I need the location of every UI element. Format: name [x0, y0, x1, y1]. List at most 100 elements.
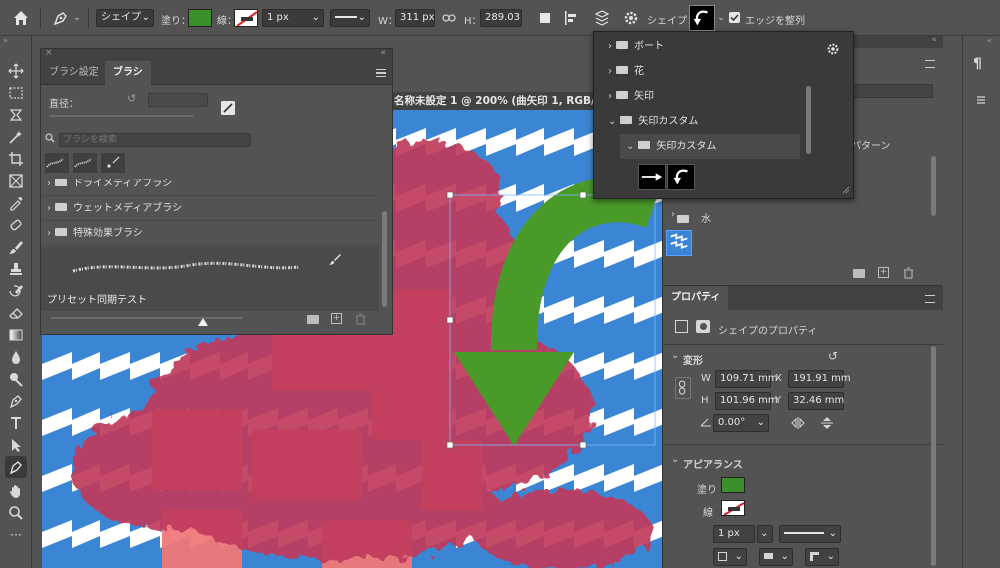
collapse-icon[interactable]: » — [3, 36, 8, 45]
frame-tool-icon[interactable] — [5, 170, 27, 192]
pen-tool-icon[interactable] — [5, 390, 27, 412]
shape-thumb[interactable] — [666, 230, 692, 256]
shape-list-scrollbar[interactable] — [806, 86, 811, 154]
recent-brush-thumb[interactable] — [45, 153, 69, 173]
slider-thumb[interactable] — [198, 318, 208, 326]
shapes-scrollbar[interactable] — [931, 156, 936, 216]
chevron-down-icon[interactable]: ⌄ — [671, 454, 679, 465]
shape-mode-select[interactable]: シェイプ ⌄ — [96, 9, 154, 27]
stroke-unit-select[interactable]: ⌄ — [757, 525, 773, 543]
list-item[interactable]: › ボート — [602, 34, 808, 59]
gear-icon[interactable] — [826, 42, 840, 56]
link-icon[interactable] — [442, 12, 456, 24]
tab-properties[interactable]: プロパティ — [663, 286, 729, 310]
eyedropper-tool-icon[interactable] — [5, 192, 27, 214]
hand-tool-icon[interactable] — [5, 480, 27, 502]
list-item[interactable]: › 花 — [602, 59, 808, 84]
brush-tool-icon[interactable] — [5, 236, 27, 258]
crop-tool-icon[interactable] — [5, 148, 27, 170]
zoom-tool-icon[interactable] — [5, 502, 27, 524]
shape-preview-button[interactable] — [689, 5, 715, 31]
shape-thumb-curved-arrow[interactable] — [667, 164, 695, 190]
blur-tool-icon[interactable] — [5, 346, 27, 368]
adjustment-icon[interactable] — [975, 94, 987, 106]
new-group-icon[interactable] — [307, 315, 319, 324]
height-input[interactable]: 289.03 — [480, 9, 522, 27]
flip-horizontal-icon[interactable] — [791, 417, 805, 429]
path-arrangement-icon[interactable] — [593, 9, 611, 27]
history-brush-tool-icon[interactable] — [5, 280, 27, 302]
home-icon[interactable] — [12, 9, 30, 27]
stroke-corner-select[interactable]: ⌄ — [805, 548, 839, 566]
panel-menu-icon[interactable] — [925, 60, 935, 68]
chevron-down-icon[interactable]: ⌄ — [716, 13, 726, 23]
paragraph-icon[interactable]: ¶ — [973, 56, 982, 72]
list-item[interactable]: ⌄ 矢印カスタム — [620, 134, 800, 159]
reset-transform-icon[interactable]: ↺ — [828, 349, 838, 363]
fill-color-swatch[interactable] — [721, 477, 745, 493]
move-tool-icon[interactable] — [5, 60, 27, 82]
custom-shape-tool-icon[interactable] — [5, 456, 27, 478]
panel-title-bar[interactable]: × « — [41, 48, 392, 61]
mask-icon[interactable] — [696, 320, 710, 333]
path-operations-icon[interactable] — [537, 10, 553, 26]
chevron-down-icon[interactable]: ⌄ — [671, 350, 679, 361]
list-item[interactable]: › ウェットメディアブラシ — [41, 196, 379, 221]
width-input[interactable]: 311 px — [395, 9, 435, 27]
stroke-align-select[interactable]: ⌄ — [713, 548, 747, 566]
angle-field[interactable]: 0.00° ⌄ — [713, 414, 769, 432]
eraser-tool-icon[interactable] — [5, 302, 27, 324]
preview-size-slider[interactable] — [51, 317, 243, 319]
stroke-width-field[interactable]: 1 px — [713, 525, 755, 543]
stroke-type-select[interactable]: ⌄ — [779, 525, 841, 543]
path-selection-tool-icon[interactable] — [5, 434, 27, 456]
align-edges-checkbox[interactable] — [729, 12, 740, 23]
tab-brush-settings[interactable]: ブラシ設定 — [41, 61, 107, 85]
height-field[interactable]: 101.96 mm — [715, 392, 778, 410]
recent-brush-thumb[interactable] — [101, 153, 125, 173]
fill-color-swatch[interactable] — [188, 9, 212, 27]
lasso-tool-icon[interactable] — [5, 104, 27, 126]
type-tool-icon[interactable] — [5, 412, 27, 434]
pen-tool-icon[interactable] — [52, 9, 70, 27]
list-item[interactable]: › 特殊効果ブラシ — [41, 221, 379, 246]
chevron-down-icon[interactable]: ⌄ — [72, 13, 82, 23]
panel-menu-icon[interactable] — [376, 69, 386, 77]
gradient-tool-icon[interactable] — [5, 324, 27, 346]
list-item[interactable]: › 矢印 — [602, 84, 808, 109]
stroke-color-swatch[interactable] — [721, 500, 745, 516]
brush-list-scrollbar[interactable] — [382, 211, 387, 307]
list-item[interactable]: ⌄ 矢印カスタム — [602, 109, 808, 134]
dodge-tool-icon[interactable] — [5, 368, 27, 390]
new-shape-button[interactable]: + — [878, 267, 889, 278]
recent-brush-thumb[interactable] — [73, 153, 97, 173]
new-group-icon[interactable] — [853, 269, 865, 278]
link-dimensions-button[interactable] — [675, 377, 691, 399]
stroke-color-swatch[interactable] — [234, 9, 258, 27]
size-input[interactable] — [148, 93, 208, 107]
resize-handle-icon[interactable] — [840, 184, 850, 194]
healing-brush-tool-icon[interactable] — [5, 214, 27, 236]
stamp-tool-icon[interactable] — [5, 258, 27, 280]
marquee-tool-icon[interactable] — [5, 82, 27, 104]
new-brush-button[interactable]: + — [331, 313, 342, 324]
x-field[interactable]: 191.91 mm — [788, 370, 851, 388]
brush-preset[interactable]: プリセット同期テスト — [41, 247, 379, 311]
gear-icon[interactable] — [623, 10, 639, 26]
size-slider[interactable] — [49, 115, 193, 117]
stroke-width-input[interactable]: 1 px ⌄ — [262, 9, 324, 27]
stroke-type-select[interactable]: ⌄ — [330, 9, 370, 27]
close-icon[interactable]: × — [45, 48, 53, 58]
tab-brush[interactable]: ブラシ — [105, 61, 151, 85]
panel-menu-icon[interactable] — [925, 295, 935, 303]
new-brush-icon[interactable] — [221, 101, 235, 115]
shapes-search[interactable] — [853, 84, 933, 98]
y-field[interactable]: 32.46 mm — [788, 392, 844, 410]
path-alignment-icon[interactable] — [563, 10, 579, 26]
stroke-cap-select[interactable]: ⌄ — [759, 548, 793, 566]
collapse-icon[interactable]: « — [380, 48, 386, 58]
more-tools-icon[interactable]: ··· — [5, 524, 27, 546]
trash-icon[interactable] — [355, 313, 366, 325]
search-input[interactable] — [59, 133, 251, 147]
reset-icon[interactable]: ↺ — [127, 93, 139, 105]
